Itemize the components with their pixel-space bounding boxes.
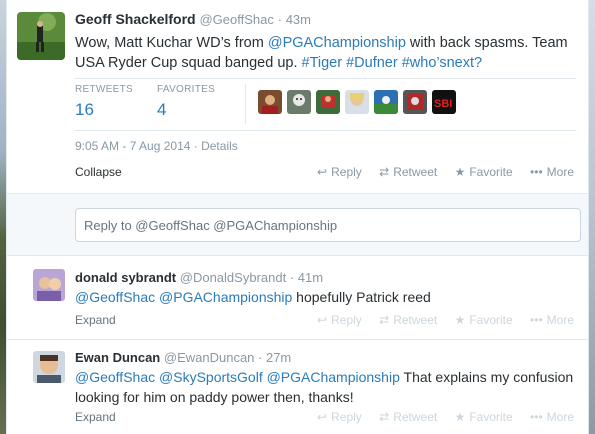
details-link[interactable]: · Details (194, 139, 238, 153)
favorite-button[interactable]: ★ Favorite (455, 165, 513, 179)
reply-icon: ↩ (317, 313, 328, 327)
stats-separator (245, 84, 246, 124)
mention-link[interactable]: @PGAChampionship (267, 369, 400, 385)
more-icon: ••• (530, 313, 543, 327)
favorite-icon: ★ (454, 313, 466, 327)
favoriter-avatar[interactable] (374, 90, 398, 114)
tweet-text-segment: Wow, Matt Kuchar WD’s from (75, 35, 268, 51)
author-name[interactable]: Geoff Shackelford (75, 11, 196, 27)
tweet-text: @GeoffShac @SkySportsGolf @PGAChampionsh… (75, 367, 575, 407)
mention-link[interactable]: @PGAChampionship (268, 35, 406, 51)
favorite-label: Favorite (469, 313, 513, 327)
favorites-count: 4 (157, 100, 167, 119)
expand-link[interactable]: Expand (75, 410, 116, 424)
favorite-label: Favorite (469, 410, 513, 424)
favorite-icon: ★ (454, 165, 466, 179)
favorite-button[interactable]: ★ Favorite (455, 410, 513, 424)
retweets-label: RETWEETS (75, 84, 133, 95)
tweet-actions: ↩ Reply ⇄ Retweet ★ Favorite ••• More (303, 313, 574, 327)
more-button[interactable]: ••• More (530, 165, 574, 179)
retweet-button[interactable]: ⇄ Retweet (379, 410, 437, 424)
reply-label: Reply (331, 165, 362, 179)
favoriter-avatar[interactable] (316, 90, 340, 114)
divider (75, 130, 576, 131)
reply-label: Reply (331, 313, 362, 327)
favoriter-avatar[interactable] (403, 90, 427, 114)
avatar[interactable] (17, 12, 65, 60)
hashtag-link[interactable]: #who’snext? (402, 55, 482, 71)
tweet-text-segment: hopefully Patrick reed (292, 289, 431, 305)
reply-button[interactable]: ↩ Reply (317, 313, 362, 327)
reply-button[interactable]: ↩ Reply (317, 410, 362, 424)
favorites-stat[interactable]: FAVORITES 4 (157, 84, 215, 120)
retweet-label: Retweet (393, 313, 438, 327)
tweet-card: Geoff Shackelford @GeoffShac · 43m Wow, … (6, 0, 589, 434)
svg-text:SBI: SBI (434, 98, 452, 110)
reply-tweet[interactable]: donald sybrandt @DonaldSybrandt · 41m @G… (7, 256, 588, 339)
hashtag-link[interactable]: #Dufner (346, 55, 398, 71)
mention-link[interactable]: @GeoffShac (75, 289, 155, 305)
more-icon: ••• (530, 410, 543, 424)
tweet-header: Ewan Duncan @EwanDuncan · 27m (75, 350, 291, 365)
retweet-icon: ⇄ (379, 165, 390, 179)
more-button[interactable]: ••• More (530, 313, 574, 327)
more-label: More (546, 410, 574, 424)
main-tweet: Geoff Shackelford @GeoffShac · 43m Wow, … (7, 0, 588, 256)
tweet-time[interactable]: · 27m (258, 350, 291, 365)
tweet-actions: ↩ Reply ⇄ Retweet ★ Favorite ••• More (303, 410, 574, 424)
favorite-label: Favorite (469, 165, 513, 179)
divider (75, 78, 576, 79)
tweet-time[interactable]: · 41m (290, 270, 323, 285)
more-label: More (546, 313, 574, 327)
hashtag-link[interactable]: #Tiger (302, 55, 343, 71)
mention-link[interactable]: @GeoffShac (75, 369, 155, 385)
favoriter-avatar[interactable] (287, 90, 311, 114)
tweet-text: @GeoffShac @PGAChampionship hopefully Pa… (75, 287, 575, 307)
retweets-stat[interactable]: RETWEETS 16 (75, 84, 133, 120)
expand-link[interactable]: Expand (75, 313, 116, 327)
retweets-count: 16 (75, 100, 94, 119)
mention-link[interactable]: @SkySportsGolf (159, 369, 263, 385)
tweet-time[interactable]: · 43m (278, 12, 311, 27)
author-name[interactable]: Ewan Duncan (75, 350, 160, 365)
tweet-header: donald sybrandt @DonaldSybrandt · 41m (75, 270, 323, 285)
author-username[interactable]: @GeoffShac (199, 12, 273, 27)
favorites-label: FAVORITES (157, 84, 216, 95)
author-username[interactable]: @EwanDuncan (164, 350, 255, 365)
timestamp-link[interactable]: 9:05 AM - 7 Aug 2014 (75, 139, 190, 153)
tweet-header: Geoff Shackelford @GeoffShac · 43m (75, 11, 311, 27)
favoriter-avatar[interactable] (258, 90, 282, 114)
avatar[interactable] (33, 269, 65, 301)
tweet-timestamp: 9:05 AM - 7 Aug 2014 · Details (75, 139, 238, 153)
avatar[interactable] (33, 351, 65, 383)
reply-label: Reply (331, 410, 362, 424)
more-icon: ••• (530, 165, 543, 179)
more-button[interactable]: ••• More (530, 410, 574, 424)
author-username[interactable]: @DonaldSybrandt (180, 270, 286, 285)
reply-input[interactable]: Reply to @GeoffShac @PGAChampionship (75, 208, 581, 242)
reply-button[interactable]: ↩ Reply (317, 165, 362, 179)
retweet-icon: ⇄ (379, 313, 390, 327)
mention-link[interactable]: @PGAChampionship (159, 289, 292, 305)
tweet-text: Wow, Matt Kuchar WD’s from @PGAChampions… (75, 33, 575, 73)
favorite-icon: ★ (454, 410, 466, 424)
reply-tweet[interactable]: Ewan Duncan @EwanDuncan · 27m @GeoffShac… (7, 339, 588, 434)
collapse-link[interactable]: Collapse (75, 165, 122, 179)
author-name[interactable]: donald sybrandt (75, 270, 176, 285)
retweet-label: Retweet (393, 410, 438, 424)
retweet-label: Retweet (393, 165, 438, 179)
reply-icon: ↩ (317, 410, 328, 424)
more-label: More (546, 165, 574, 179)
reply-icon: ↩ (317, 165, 328, 179)
reply-composer: Reply to @GeoffShac @PGAChampionship (7, 193, 588, 256)
favoriter-avatar[interactable] (345, 90, 369, 114)
retweet-icon: ⇄ (379, 410, 390, 424)
retweet-button[interactable]: ⇄ Retweet (379, 313, 437, 327)
favorite-button[interactable]: ★ Favorite (455, 313, 513, 327)
tweet-actions: ↩ Reply ⇄ Retweet ★ Favorite ••• More (303, 165, 574, 179)
favoriter-avatar[interactable]: SBI (432, 90, 456, 114)
retweet-button[interactable]: ⇄ Retweet (379, 165, 437, 179)
background-right (589, 0, 595, 434)
